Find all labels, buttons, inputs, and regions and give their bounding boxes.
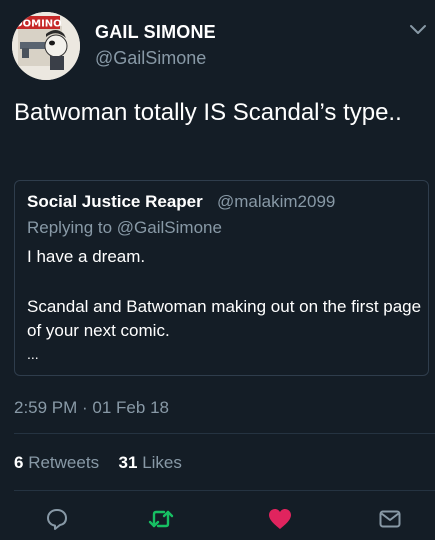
avatar-image: DOMINO xyxy=(12,12,80,80)
engagement-stats: 6 Retweets 31 Likes xyxy=(14,453,182,473)
author-handle[interactable]: @GailSimone xyxy=(95,48,206,69)
divider xyxy=(14,433,435,434)
heart-icon[interactable] xyxy=(266,505,294,533)
tweet-text: Batwoman totally IS Scandal’s type.. xyxy=(14,99,402,126)
timestamp[interactable]: 2:59 PM · 01 Feb 18 xyxy=(14,398,169,418)
retweet-icon[interactable] xyxy=(147,505,175,533)
divider xyxy=(14,490,435,491)
retweet-count[interactable]: 6 xyxy=(14,453,23,472)
envelope-icon[interactable] xyxy=(376,505,404,533)
replying-to-prefix: Replying to xyxy=(27,218,113,237)
like-label[interactable]: Likes xyxy=(142,453,182,472)
quoted-author-handle: @malakim2099 xyxy=(217,192,336,211)
quoted-tweet[interactable]: Social Justice Reaper @malakim2099 Reply… xyxy=(14,180,429,376)
quoted-author-name: Social Justice Reaper xyxy=(27,192,203,211)
avatar[interactable]: DOMINO xyxy=(12,12,80,80)
quoted-text-line2: Scandal and Batwoman making out on the f… xyxy=(27,297,422,340)
chevron-down-icon[interactable] xyxy=(408,22,428,38)
replying-to-handle[interactable]: @GailSimone xyxy=(117,218,222,237)
quoted-text-line1: I have a dream. xyxy=(27,247,146,266)
retweet-label[interactable]: Retweets xyxy=(28,453,99,472)
quoted-text-ellipsis: ... xyxy=(27,346,39,362)
replying-to: Replying to @GailSimone xyxy=(27,218,222,238)
reply-icon[interactable] xyxy=(43,505,71,533)
tweet-detail: DOMINO GAIL SIMONE @GailSimone Batwoman … xyxy=(0,0,435,540)
avatar-logo-text: DOMINO xyxy=(14,19,61,30)
author-name[interactable]: GAIL SIMONE xyxy=(95,22,216,43)
like-count[interactable]: 31 xyxy=(119,453,138,472)
